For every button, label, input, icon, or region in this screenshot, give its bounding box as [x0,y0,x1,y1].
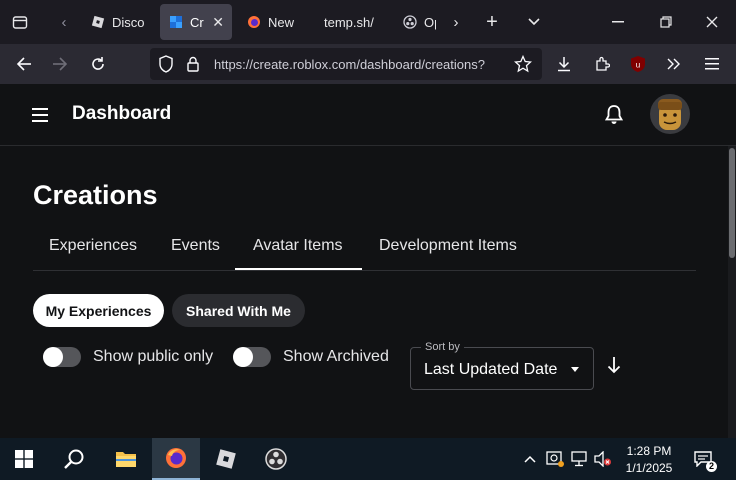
scrollbar-thumb[interactable] [729,148,735,258]
show-public-only-toggle[interactable] [43,347,81,367]
tab-label: temp.sh/ [324,14,374,30]
close-window-icon[interactable] [698,8,726,36]
roblox-taskbar-icon[interactable] [202,438,250,480]
ublock-extension-icon[interactable]: u [624,50,652,78]
toggle-knob [43,347,63,367]
sort-direction-arrow-icon[interactable] [606,356,626,378]
shared-with-me-filter-button[interactable]: Shared With Me [172,294,305,327]
minimize-icon[interactable] [604,8,632,36]
tab-label: Cre [190,14,204,30]
tab-development-items[interactable]: Development Items [379,237,517,255]
url-bar[interactable]: https://create.roblox.com/dashboard/crea… [150,48,542,80]
reload-icon[interactable] [84,50,112,78]
url-text: https://create.roblox.com/dashboard/crea… [214,56,485,72]
tab-label: Op [424,14,436,30]
firefox-taskbar-icon[interactable] [152,438,200,480]
network-icon[interactable] [570,450,588,468]
firefox-view-icon[interactable] [6,8,34,36]
sort-by-legend: Sort by [421,341,464,353]
sort-by-value: Last Updated Date [424,361,558,378]
tab-scroll-left-icon[interactable]: ‹ [50,8,78,36]
dropdown-caret-icon [571,367,579,372]
tray-overflow-icon[interactable] [521,450,539,468]
tab-label: Disco [112,14,145,30]
roblox-studio-icon [168,14,184,30]
creations-title: Creations [33,180,158,210]
start-icon[interactable] [0,438,48,480]
obs-taskbar-icon[interactable] [252,438,300,480]
notification-count-badge: 2 [706,461,717,472]
firefox-icon [246,14,262,30]
browser-tab[interactable]: New [238,4,306,40]
show-archived-label: Show Archived [283,348,389,365]
my-experiences-filter-button[interactable]: My Experiences [33,294,164,327]
browser-tab[interactable]: temp.sh/ [316,4,382,40]
clock-time: 1:28 PM [626,444,672,458]
tab-scroll-right-icon[interactable]: › [442,8,470,36]
svg-text:u: u [636,61,640,70]
roblox-icon [90,14,106,30]
browser-tab[interactable]: Disco [82,4,154,40]
avatar[interactable] [650,94,690,134]
new-tab-icon[interactable]: + [478,8,506,36]
tab-label: New [268,14,295,30]
tab-events[interactable]: Events [171,237,220,255]
page-title: Dashboard [72,103,172,124]
forward-icon[interactable] [46,50,74,78]
system-clock[interactable]: 1:28 PM 1/1/2025 [618,443,680,477]
close-tab-icon[interactable]: ✕ [212,14,224,31]
more-tools-icon[interactable] [660,50,688,78]
toggle-knob [233,347,253,367]
app-menu-icon[interactable] [698,50,726,78]
sort-by-select[interactable]: Sort by Last Updated Date [410,341,594,390]
show-public-only-label: Show public only [93,348,214,365]
clock-date: 1/1/2025 [625,461,673,475]
show-archived-toggle[interactable] [233,347,271,367]
obs-icon [402,14,418,30]
volume-muted-icon[interactable] [594,450,612,468]
active-tab-indicator [235,268,362,270]
browser-tab-active[interactable]: Cre ✕ [160,4,232,40]
browser-tab[interactable]: Op [394,4,444,40]
bookmark-star-icon[interactable] [513,54,533,78]
creations-tabs: Experiences Events Avatar Items Developm… [33,228,696,271]
search-icon[interactable] [50,438,98,480]
downloads-icon[interactable] [550,50,578,78]
back-icon[interactable] [10,50,38,78]
lock-icon[interactable] [186,56,200,77]
notifications-bell-icon[interactable] [604,104,626,126]
hamburger-menu-icon[interactable] [32,105,52,125]
extensions-icon[interactable] [588,50,616,78]
page-scrollbar[interactable] [728,146,736,438]
tracking-protection-icon[interactable] [158,55,174,78]
tray-app-icon[interactable] [546,450,564,468]
dashboard-header: Dashboard [0,84,736,146]
list-tabs-icon[interactable] [520,8,548,36]
windows-taskbar: 1:28 PM 1/1/2025 2 [0,438,736,480]
browser-navbar: https://create.roblox.com/dashboard/crea… [0,44,736,105]
main-content: Creations Experiences Events Avatar Item… [0,146,728,438]
tab-avatar-items[interactable]: Avatar Items [253,237,343,255]
browser-tab-strip: ‹ Disco Cre ✕ New temp.sh/ Op › + [0,0,736,44]
restore-icon[interactable] [652,8,680,36]
file-explorer-icon[interactable] [102,438,150,480]
tab-experiences[interactable]: Experiences [49,237,137,255]
